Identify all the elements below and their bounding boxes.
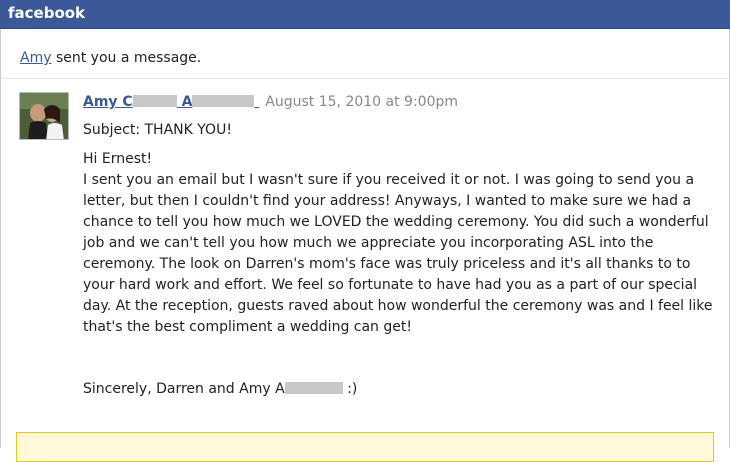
message-timestamp: August 15, 2010 at 9:00pm [265, 94, 459, 110]
avatar[interactable] [19, 92, 69, 140]
message-body: Hi Ernest! I sent you an email but I was… [83, 149, 723, 338]
notification-text: sent you a message. [55, 50, 202, 66]
message-greeting: Hi Ernest! [83, 151, 153, 167]
redacted-text [192, 95, 255, 107]
profile-photo-icon [20, 93, 68, 139]
notification-line: Amy sent you a message. [20, 49, 201, 67]
reply-notice-box [16, 432, 714, 462]
message-text: I sent you an email but I wasn't sure if… [83, 172, 713, 335]
redacted-text [132, 95, 177, 107]
header-bar: facebook [0, 0, 730, 29]
sender-link[interactable]: Amy [20, 50, 52, 66]
message-subject: Subject: THANK YOU! [83, 122, 232, 138]
author-last-initial: A [181, 94, 193, 110]
redacted-text [284, 382, 343, 394]
divider [0, 78, 730, 79]
message-header: Amy C A August 15, 2010 at 9:00pm [83, 93, 458, 111]
signoff-smiley: :) [347, 381, 358, 397]
signoff-text: Sincerely, Darren and Amy A [83, 381, 285, 397]
author-first-name: Amy C [83, 94, 133, 110]
author-link[interactable]: Amy C A [83, 94, 259, 110]
message-signoff: Sincerely, Darren and Amy A :) [83, 380, 357, 398]
facebook-logo[interactable]: facebook [8, 4, 85, 22]
